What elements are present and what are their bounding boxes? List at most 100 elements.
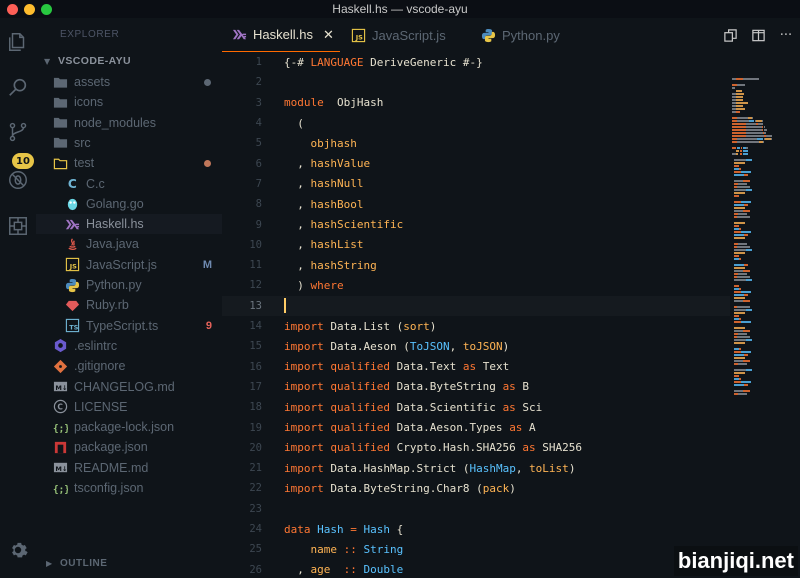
minimap-token <box>735 102 749 104</box>
code-line[interactable]: 10 , hashList <box>222 235 730 255</box>
tree-item[interactable]: assets <box>36 72 222 92</box>
minimap-token <box>746 123 757 125</box>
code-line[interactable]: 12 ) where <box>222 275 730 295</box>
tab-haskell-hs[interactable]: Haskell.hs ✕ <box>222 18 340 52</box>
tree-item[interactable]: Ruby.rb <box>36 295 222 315</box>
folder-icon <box>52 115 68 131</box>
line-number: 24 <box>249 523 262 536</box>
title-bar: Haskell.hs — vscode-ayu <box>0 0 800 18</box>
code-line[interactable]: 25 name :: String <box>222 539 730 559</box>
tree-item[interactable]: TS TypeScript.ts 9 <box>36 316 222 336</box>
code-line[interactable]: 8 , hashBool <box>222 194 730 214</box>
minimap-token <box>737 138 758 140</box>
minimap-token <box>735 153 739 155</box>
code-line[interactable]: 14 import Data.List (sort) <box>222 316 730 336</box>
more-actions-icon[interactable]: ··· <box>772 28 800 43</box>
minimap-token <box>742 78 759 80</box>
tree-item[interactable]: icons <box>36 92 222 112</box>
minimap-token <box>741 147 742 149</box>
code-line[interactable]: 24 data Hash = Hash { <box>222 519 730 539</box>
explorer-icon[interactable] <box>6 30 30 54</box>
tree-item[interactable]: .eslintrc <box>36 336 222 356</box>
outline-header[interactable]: ▶ OUTLINE <box>36 553 222 573</box>
tab-python-py[interactable]: Python.py <box>470 18 600 52</box>
tree-item[interactable]: C LICENSE <box>36 397 222 417</box>
tree-item[interactable]: C C.c <box>36 174 222 194</box>
code-line[interactable]: 22 import Data.ByteString.Char8 (pack) <box>222 478 730 498</box>
window-close-button[interactable] <box>7 4 18 15</box>
window-maximize-button[interactable] <box>41 4 52 15</box>
extensions-icon[interactable] <box>6 214 30 238</box>
minimap-token <box>740 153 742 155</box>
tree-item[interactable]: package.json <box>36 437 222 457</box>
tab-close-icon[interactable]: ✕ <box>323 27 334 43</box>
code-editor[interactable]: 1 {-# LANGUAGE DeriveGeneric #-} 2 3 module … <box>222 52 730 578</box>
tree-item[interactable]: node_modules <box>36 113 222 133</box>
settings-gear-icon[interactable] <box>6 538 30 562</box>
tree-item[interactable]: Java.java <box>36 234 222 254</box>
window-minimize-button[interactable] <box>24 4 35 15</box>
minimap-token <box>741 171 751 173</box>
license-icon: C <box>52 399 68 415</box>
tree-item[interactable]: Python.py <box>36 275 222 295</box>
minimap-token <box>735 315 740 317</box>
minimap-token <box>732 123 747 125</box>
debug-icon[interactable] <box>6 168 30 192</box>
code-line[interactable]: 21 import Data.HashMap.Strict (HashMap, t… <box>222 458 730 478</box>
code-line[interactable]: 11 , hashString <box>222 255 730 275</box>
tree-item[interactable]: {;} tsconfig.json <box>36 478 222 498</box>
code-line[interactable]: 2 <box>222 72 730 92</box>
line-number: 20 <box>249 441 262 454</box>
search-icon[interactable] <box>6 75 30 99</box>
source-control-icon[interactable] <box>6 120 30 144</box>
open-changes-icon[interactable] <box>716 28 744 43</box>
code-line[interactable]: 23 <box>222 499 730 519</box>
tree-item[interactable]: Haskell.hs <box>36 214 222 235</box>
code-line[interactable]: 16 import qualified Data.Text as Text <box>222 357 730 377</box>
code-token: ObjHash <box>323 96 384 110</box>
code-line[interactable]: 3 module ObjHash <box>222 93 730 113</box>
code-line[interactable]: 1 {-# LANGUAGE DeriveGeneric #-} <box>222 52 730 72</box>
tree-item[interactable]: JS JavaScript.js M <box>36 255 222 275</box>
code-line[interactable]: 17 import qualified Data.ByteString as B <box>222 377 730 397</box>
folder-icon <box>52 135 68 151</box>
tree-item[interactable]: {;} package-lock.json <box>36 417 222 437</box>
minimap-token <box>741 201 751 203</box>
tab-javascript-js[interactable]: JS JavaScript.js <box>340 18 470 52</box>
code-line[interactable]: 5 objhash <box>222 133 730 153</box>
code-line[interactable]: 6 , hashValue <box>222 154 730 174</box>
tree-item[interactable]: Golang.go <box>36 194 222 214</box>
split-editor-icon[interactable] <box>744 28 772 43</box>
minimap-token <box>739 378 741 380</box>
code-line[interactable]: 18 import qualified Data.Scientific as Sc… <box>222 397 730 417</box>
workspace-header[interactable]: ▼ VSCODE-AYU <box>36 52 222 70</box>
tree-item[interactable]: M↓ README.md <box>36 458 222 478</box>
tree-item[interactable]: .gitignore <box>36 356 222 376</box>
minimap-token <box>746 159 752 161</box>
tree-item[interactable]: src <box>36 133 222 153</box>
code-line[interactable]: 20 import qualified Crypto.Hash.SHA256 as… <box>222 438 730 458</box>
code-line[interactable]: 26 , age :: Double <box>222 560 730 578</box>
ruby-icon <box>64 297 80 313</box>
tree-item[interactable]: M↓ CHANGELOG.md <box>36 377 222 397</box>
code-line[interactable]: 13 <box>222 295 730 316</box>
svg-text:C: C <box>67 177 76 191</box>
code-line[interactable]: 7 , hashNull <box>222 174 730 194</box>
code-line[interactable]: 9 , hashScientific <box>222 214 730 234</box>
tree-item[interactable]: test <box>36 153 222 173</box>
code-token: import <box>284 319 324 333</box>
code-line[interactable]: 4 ( <box>222 113 730 133</box>
code-token: pack <box>482 481 510 495</box>
minimap-token <box>737 336 750 338</box>
code-line[interactable]: 15 import Data.Aeson (ToJSON, toJSON) <box>222 336 730 356</box>
code-token: import qualified <box>284 421 390 435</box>
minimap-token <box>737 252 746 254</box>
minimap[interactable] <box>730 52 800 578</box>
tree-item-label: src <box>74 135 91 150</box>
code-text: , hashScientific <box>284 218 403 231</box>
code-token: ( <box>284 116 304 130</box>
code-line[interactable]: 19 import qualified Data.Aeson.Types as A <box>222 417 730 437</box>
code-token: sort <box>403 319 430 333</box>
minimap-token <box>770 138 772 140</box>
